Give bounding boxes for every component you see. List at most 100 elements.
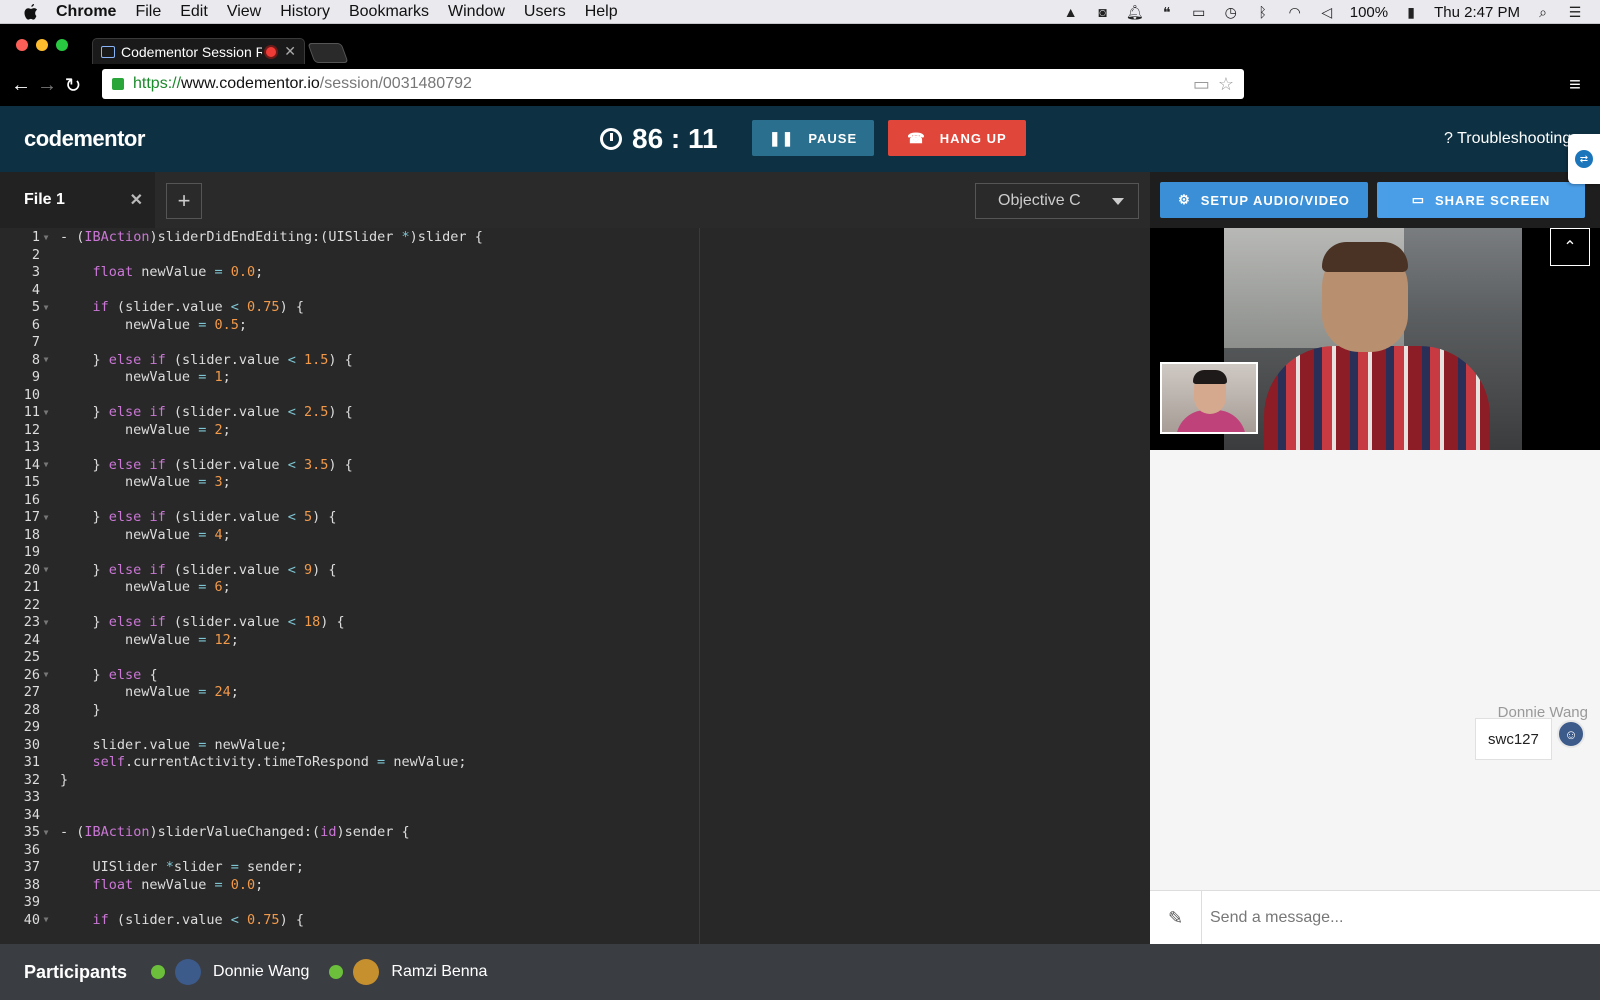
spotlight-search-icon[interactable]: ⌕ — [1534, 4, 1552, 20]
code-editor[interactable]: 1 ▼ - (IBAction)sliderDidEndEditing:(UISli… — [0, 228, 1150, 944]
participant-item[interactable]: Ramzi Benna — [329, 959, 487, 985]
line-number: 32 — [23, 771, 40, 788]
notification-center-icon[interactable]: ☰ — [1566, 4, 1584, 20]
menu-edit[interactable]: Edit — [180, 3, 208, 21]
notification-bell-icon[interactable]: 🔔︎ — [1126, 4, 1144, 20]
chrome-menu-icon[interactable]: ≡ — [1562, 72, 1588, 98]
apple-icon[interactable] — [20, 1, 42, 23]
bluetooth-icon[interactable]: ᛒ — [1254, 4, 1272, 20]
secure-lock-icon[interactable] — [112, 78, 124, 90]
code-token: ) — [279, 911, 288, 928]
bookmark-star-icon[interactable]: ☆ — [1218, 74, 1234, 95]
menu-bookmarks[interactable]: Bookmarks — [349, 3, 429, 21]
message-input[interactable] — [1210, 903, 1580, 933]
code-line: 19 — [0, 543, 1150, 561]
google-drive-icon[interactable]: ▲ — [1062, 4, 1080, 20]
setup-audio-video-button[interactable]: ⚙ SETUP AUDIO/VIDEO — [1160, 182, 1368, 218]
hangouts-icon[interactable]: ❝ — [1158, 4, 1176, 20]
line-number: 33 — [23, 789, 40, 805]
fold-arrow-icon[interactable]: ▼ — [40, 565, 52, 574]
fold-arrow-icon[interactable]: ▼ — [40, 303, 52, 312]
fold-arrow-icon[interactable]: ▼ — [40, 513, 52, 522]
fold-arrow-icon[interactable]: ▼ — [40, 233, 52, 242]
menu-help[interactable]: Help — [585, 3, 618, 21]
code-text: newValue = 0.5; — [52, 317, 247, 333]
code-token: newValue — [125, 631, 191, 648]
media-controls: ⚙ SETUP AUDIO/VIDEO ▭ SHARE SCREEN — [1150, 172, 1600, 228]
back-arrow-icon[interactable]: ← — [8, 72, 34, 98]
fold-arrow-icon[interactable]: ▼ — [40, 460, 52, 469]
address-bar[interactable]: https://www.codementor.io/session/003148… — [102, 69, 1244, 99]
code-operator: < — [287, 404, 296, 420]
forward-arrow-icon[interactable]: → — [34, 72, 60, 98]
attach-file-button[interactable]: ✎ — [1150, 891, 1202, 945]
participant-item[interactable]: Donnie Wang — [151, 959, 309, 985]
new-tab-button[interactable] — [307, 43, 349, 63]
code-token: slider — [182, 351, 231, 368]
code-number: 9 — [303, 561, 313, 578]
menu-window[interactable]: Window — [448, 3, 505, 21]
teamviewer-widget[interactable]: ⇄ — [1568, 134, 1600, 184]
code-token: ; — [222, 526, 231, 543]
close-file-icon[interactable]: ✕ — [130, 190, 143, 210]
code-line: 33 — [0, 788, 1150, 806]
file-tab[interactable]: File 1 ✕ — [0, 172, 155, 228]
code-keyword: IBAction — [84, 824, 150, 840]
pause-button[interactable]: ❚❚ PAUSE — [752, 120, 874, 156]
menu-users[interactable]: Users — [524, 3, 566, 21]
battery-icon[interactable]: ▮ — [1402, 4, 1420, 20]
airplay-icon[interactable]: ▭ — [1190, 4, 1208, 20]
fold-arrow-icon[interactable]: ▼ — [40, 670, 52, 679]
menu-history[interactable]: History — [280, 3, 330, 21]
line-number: 40 — [23, 911, 40, 928]
fold-arrow-icon[interactable]: ▼ — [40, 408, 52, 417]
code-token: slider — [182, 561, 231, 578]
fold-arrow-icon[interactable]: ▼ — [40, 915, 52, 924]
add-file-button[interactable]: + — [166, 183, 202, 219]
code-operator: < — [230, 911, 239, 928]
code-token: } — [92, 351, 101, 368]
url-scheme: https:// — [133, 75, 182, 92]
code-token: value — [238, 351, 280, 368]
window-minimize-icon[interactable] — [36, 39, 48, 51]
hang-up-button[interactable]: ☎ HANG UP — [888, 120, 1026, 156]
reload-icon[interactable]: ↻ — [60, 72, 86, 98]
camera-icon[interactable]: ▭ — [1193, 74, 1210, 95]
code-token: value — [181, 299, 223, 315]
fold-arrow-icon[interactable]: ▼ — [40, 355, 52, 364]
code-token: ; — [222, 474, 231, 490]
fold-arrow-icon[interactable]: ▼ — [40, 618, 52, 627]
volume-icon[interactable]: ◁ — [1318, 4, 1336, 20]
browser-tab-active[interactable]: Codementor Session Ro ✕ — [92, 38, 305, 64]
wifi-icon[interactable]: ◠ — [1286, 4, 1304, 20]
hang-up-label: HANG UP — [939, 130, 1007, 146]
fold-arrow-icon[interactable]: ▼ — [40, 828, 52, 837]
troubleshooting-link[interactable]: ? Troubleshooting — [1444, 130, 1571, 148]
menu-clock[interactable]: Thu 2:47 PM — [1434, 4, 1520, 21]
code-text: UISlider *slider = sender; — [52, 859, 304, 875]
menu-app-name[interactable]: Chrome — [56, 3, 116, 21]
language-select[interactable]: Objective C — [975, 183, 1139, 219]
window-close-icon[interactable] — [16, 39, 28, 51]
code-token: { — [344, 456, 353, 473]
collapse-video-button[interactable]: ⌃ — [1550, 228, 1590, 266]
tab-close-icon[interactable]: ✕ — [284, 43, 296, 60]
code-token: slider — [417, 229, 467, 245]
time-machine-icon[interactable]: ◷ — [1222, 4, 1240, 20]
window-zoom-icon[interactable] — [56, 39, 68, 51]
codementor-logo[interactable]: codementor — [24, 126, 145, 152]
code-line: 40 ▼ if (slider.value < 0.75) { — [0, 911, 1150, 929]
screen-record-icon[interactable]: ◙ — [1094, 4, 1112, 20]
share-screen-button[interactable]: ▭ SHARE SCREEN — [1377, 182, 1585, 218]
menu-file[interactable]: File — [135, 3, 161, 21]
code-token: . — [230, 456, 239, 473]
pause-label: PAUSE — [808, 130, 858, 146]
menu-view[interactable]: View — [227, 3, 261, 21]
